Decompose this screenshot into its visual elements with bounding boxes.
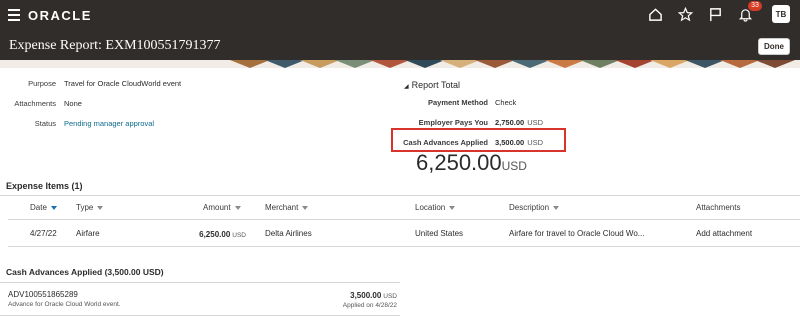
decorative-banner bbox=[0, 60, 800, 68]
payment-method-label: Payment Method bbox=[427, 98, 488, 107]
purpose-value: Travel for Oracle CloudWorld event bbox=[64, 79, 182, 88]
expense-amount: 6,250.00 USD bbox=[199, 230, 246, 239]
cash-advance-applied-date: Applied on 4/28/22 bbox=[342, 302, 397, 309]
column-header-description[interactable]: Description bbox=[509, 203, 560, 212]
employer-pays-label: Employer Pays You bbox=[418, 118, 488, 127]
page-header: Expense Report: EXM100551791377 Done bbox=[0, 30, 800, 60]
sort-arrow-icon bbox=[234, 205, 241, 210]
attachments-value: None bbox=[64, 99, 82, 108]
sort-arrow-icon bbox=[50, 205, 57, 210]
collapse-triangle-icon: ◢ bbox=[404, 84, 409, 90]
add-attachment-link[interactable]: Add attachment bbox=[696, 229, 752, 238]
section-divider bbox=[0, 282, 400, 283]
cash-advance-description: Advance for Oracle Cloud World event. bbox=[8, 301, 121, 308]
sort-arrow-icon bbox=[302, 205, 309, 210]
expense-merchant: Delta Airlines bbox=[265, 229, 312, 238]
notifications-bell-icon[interactable]: 33 bbox=[736, 1, 762, 23]
expense-type: Airfare bbox=[76, 229, 100, 238]
list-divider bbox=[0, 315, 400, 316]
done-button[interactable]: Done bbox=[758, 38, 790, 55]
employer-pays-amount: 2,750.00 USD bbox=[495, 118, 544, 127]
notification-badge: 33 bbox=[748, 1, 762, 11]
column-header-merchant[interactable]: Merchant bbox=[265, 203, 309, 212]
table-divider bbox=[8, 246, 800, 247]
column-header-date[interactable]: Date bbox=[30, 203, 57, 212]
oracle-logo[interactable]: ORACLE bbox=[28, 8, 92, 23]
attachments-label: Attachments bbox=[14, 99, 56, 108]
report-total-heading[interactable]: ◢ Report Total bbox=[404, 80, 460, 90]
column-header-location[interactable]: Location bbox=[415, 203, 456, 212]
expense-location: United States bbox=[415, 229, 464, 238]
expense-date-link[interactable]: 4/27/22 bbox=[30, 229, 57, 238]
sort-arrow-icon bbox=[449, 205, 456, 210]
status-label: Status bbox=[34, 119, 56, 128]
flag-icon[interactable] bbox=[706, 5, 724, 23]
payment-method-value: Check bbox=[495, 98, 517, 107]
sort-arrow-icon bbox=[97, 205, 104, 210]
user-avatar[interactable]: TB bbox=[772, 5, 790, 23]
home-icon[interactable] bbox=[646, 5, 664, 23]
status-value[interactable]: Pending manager approval bbox=[64, 119, 154, 128]
hamburger-icon[interactable] bbox=[8, 9, 20, 21]
expense-description: Airfare for travel to Oracle Cloud Wo... bbox=[509, 229, 645, 238]
report-total-amount: 6,250.00USD bbox=[416, 150, 527, 175]
section-divider bbox=[0, 195, 800, 196]
report-total-label: Report Total bbox=[411, 80, 460, 90]
column-header-attachments: Attachments bbox=[696, 203, 741, 212]
table-divider bbox=[8, 219, 800, 220]
cash-advance-id: ADV100551865289 bbox=[8, 290, 78, 299]
highlight-annotation-box bbox=[391, 128, 566, 152]
cash-advance-amount: 3,500.00 USD bbox=[350, 291, 397, 300]
column-header-type[interactable]: Type bbox=[76, 203, 104, 212]
global-header: ORACLE 33 TB bbox=[0, 0, 800, 30]
column-header-amount[interactable]: Amount bbox=[203, 203, 241, 212]
purpose-label: Purpose bbox=[28, 79, 56, 88]
global-toolbar: 33 TB bbox=[646, 1, 790, 23]
cash-advances-heading: Cash Advances Applied (3,500.00 USD) bbox=[6, 267, 164, 277]
star-icon[interactable] bbox=[676, 5, 694, 23]
sort-arrow-icon bbox=[553, 205, 560, 210]
expense-items-heading: Expense Items (1) bbox=[6, 181, 83, 191]
page-title: Expense Report: EXM100551791377 bbox=[9, 38, 221, 53]
